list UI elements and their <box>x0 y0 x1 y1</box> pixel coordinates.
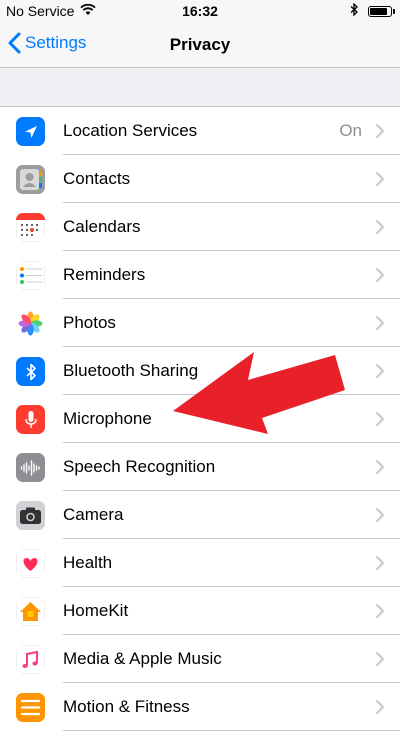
chevron-right-icon <box>376 316 384 335</box>
chevron-right-icon <box>376 412 384 431</box>
row-label: Reminders <box>63 265 146 284</box>
chevron-right-icon <box>376 700 384 719</box>
chevron-right-icon <box>376 220 384 239</box>
privacy-row-location-services[interactable]: Location Services On <box>0 107 400 155</box>
chevron-right-icon <box>376 508 384 527</box>
bluetooth-icon <box>16 357 45 386</box>
chevron-right-icon <box>376 604 384 623</box>
privacy-row-microphone[interactable]: Microphone <box>0 395 400 443</box>
chevron-right-icon <box>376 124 384 143</box>
row-label: Bluetooth Sharing <box>63 361 199 380</box>
privacy-row-bluetooth-sharing[interactable]: Bluetooth Sharing <box>0 347 400 395</box>
privacy-row-health[interactable]: Health <box>0 539 400 587</box>
row-label: Location Services <box>63 121 198 140</box>
contacts-icon <box>16 165 45 194</box>
heart-icon <box>16 549 45 578</box>
chevron-right-icon <box>376 364 384 383</box>
privacy-row-motion-fitness[interactable]: Motion & Fitness <box>0 683 400 731</box>
privacy-row-camera[interactable]: Camera <box>0 491 400 539</box>
row-label: Motion & Fitness <box>63 697 190 716</box>
motion-icon <box>16 693 45 722</box>
privacy-row-photos[interactable]: Photos <box>0 299 400 347</box>
waveform-icon <box>16 453 45 482</box>
row-label: Photos <box>63 313 116 332</box>
calendar-icon <box>16 213 45 242</box>
row-label: Camera <box>63 505 124 524</box>
privacy-row-media-apple-music[interactable]: Media & Apple Music <box>0 635 400 683</box>
privacy-row-speech-recognition[interactable]: Speech Recognition <box>0 443 400 491</box>
privacy-settings-list: Location Services On Contacts Calendars Remi… <box>0 106 400 731</box>
chevron-right-icon <box>376 652 384 671</box>
microphone-icon <box>16 405 45 434</box>
row-label: Contacts <box>63 169 131 188</box>
chevron-right-icon <box>376 460 384 479</box>
navigation-bar: Settings Privacy <box>0 22 400 68</box>
status-bar: No Service 16:32 <box>0 0 400 22</box>
privacy-row-calendars[interactable]: Calendars <box>0 203 400 251</box>
row-label: Microphone <box>63 409 152 428</box>
chevron-right-icon <box>376 268 384 287</box>
page-title: Privacy <box>169 35 231 54</box>
privacy-row-reminders[interactable]: Reminders <box>0 251 400 299</box>
row-label: HomeKit <box>63 601 129 620</box>
row-label: Health <box>63 553 113 572</box>
camera-icon <box>16 501 45 530</box>
row-label: Media & Apple Music <box>63 649 222 668</box>
battery-icon <box>368 5 395 17</box>
privacy-row-homekit[interactable]: HomeKit <box>0 587 400 635</box>
bluetooth-status-icon <box>350 2 358 19</box>
home-icon <box>16 597 45 626</box>
photos-icon <box>16 309 45 338</box>
row-value: On <box>339 121 362 140</box>
location-arrow-icon <box>16 117 45 146</box>
privacy-row-contacts[interactable]: Contacts <box>0 155 400 203</box>
row-label: Speech Recognition <box>63 457 216 476</box>
row-label: Calendars <box>63 217 141 236</box>
reminders-icon <box>16 261 45 290</box>
music-note-icon <box>16 645 45 674</box>
chevron-right-icon <box>376 556 384 575</box>
battery-fill <box>370 7 388 15</box>
status-right <box>350 2 395 19</box>
chevron-right-icon <box>376 172 384 191</box>
status-time: 16:32 <box>182 3 218 19</box>
